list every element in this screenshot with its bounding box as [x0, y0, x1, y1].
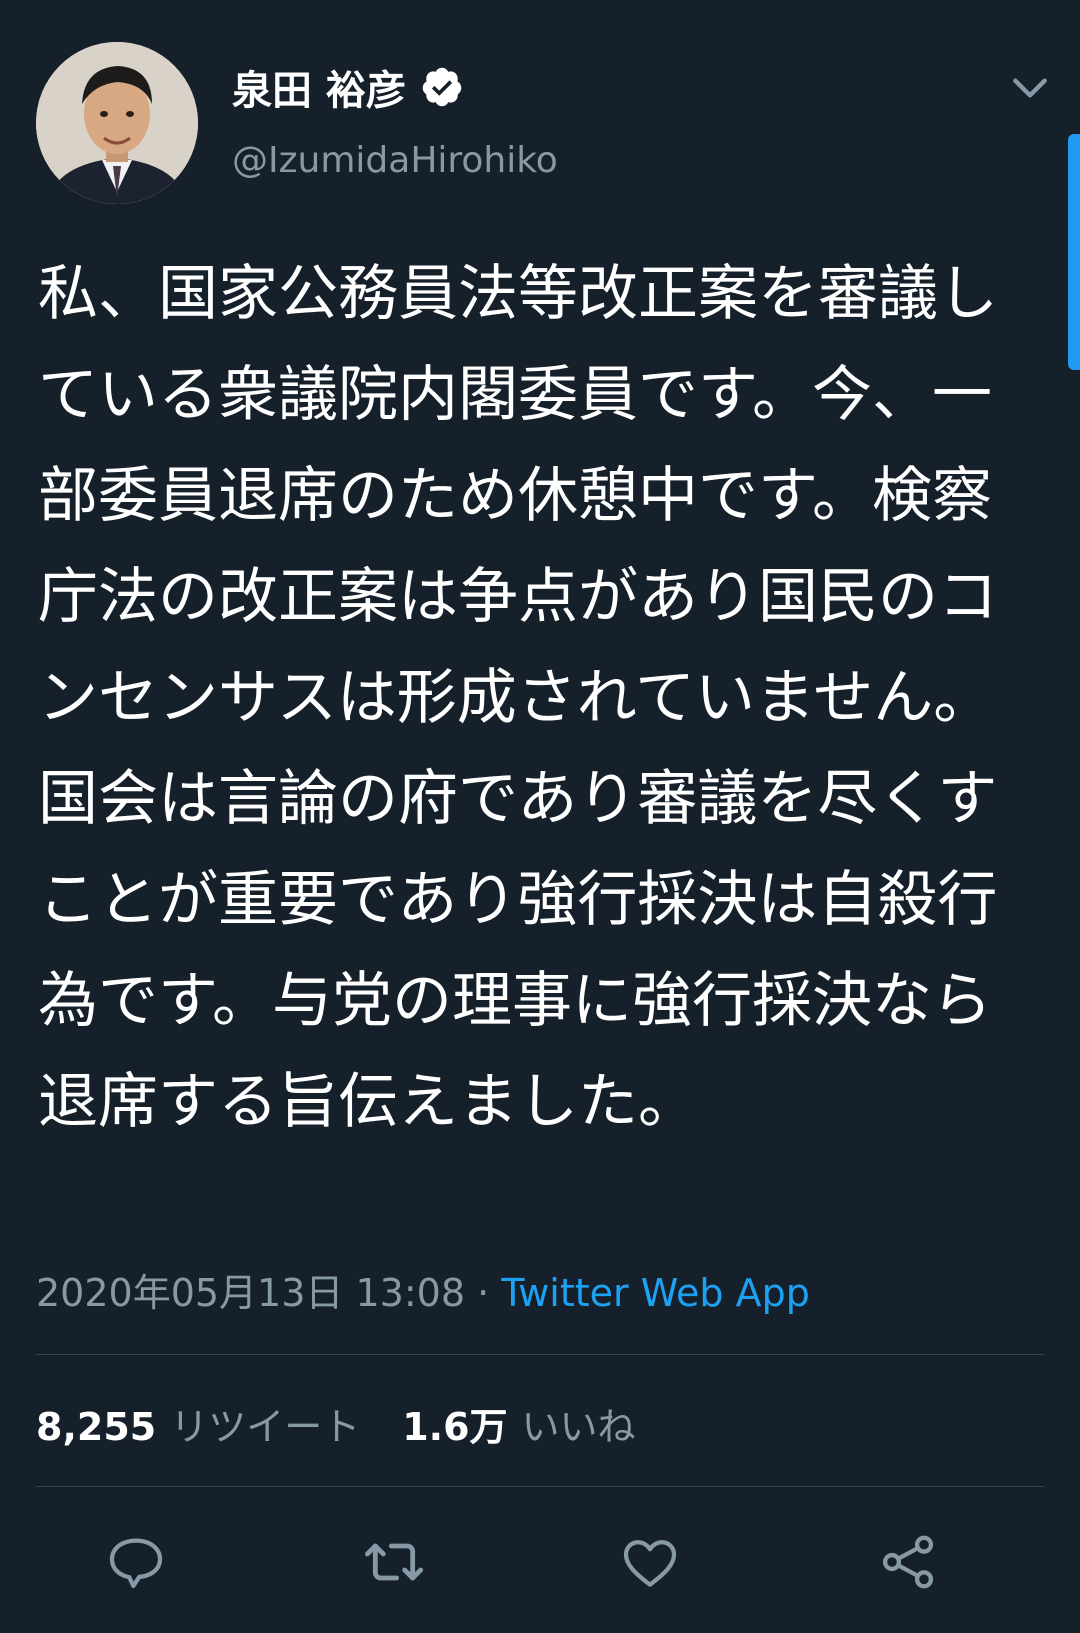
heart-icon[interactable] [618, 1530, 682, 1594]
display-name[interactable]: 泉田 裕彦 [232, 58, 464, 116]
chevron-down-icon[interactable] [1008, 66, 1052, 110]
display-name-text[interactable]: 泉田 裕彦 [232, 58, 406, 116]
timestamp[interactable]: 2020年05月13日 13:08 [36, 1271, 465, 1315]
source-link[interactable]: Twitter Web App [501, 1271, 810, 1315]
tweet-meta: 2020年05月13日 13:08 · Twitter Web App [36, 1262, 810, 1317]
verified-badge-icon [420, 65, 464, 109]
like-label[interactable]: いいね [522, 1396, 636, 1451]
tweet-detail: 泉田 裕彦 @IzumidaHirohiko 私、国家公務員法等改正案を審議して… [0, 0, 1080, 1633]
reply-icon[interactable] [104, 1530, 168, 1594]
scroll-indicator[interactable] [1068, 134, 1080, 370]
engagement-stats: 8,255 リツイート 1.6万 いいね [36, 1396, 636, 1451]
share-icon[interactable] [876, 1530, 940, 1594]
like-count[interactable]: 1.6万 [402, 1396, 507, 1451]
meta-separator: · [465, 1271, 502, 1315]
tweet-text: 私、国家公務員法等改正案を審議している衆議院内閣委員です。今、一部委員退席のため… [38, 259, 998, 1137]
retweet-label[interactable]: リツイート [170, 1396, 360, 1451]
divider [36, 1354, 1044, 1355]
retweet-icon[interactable] [362, 1530, 426, 1594]
divider [36, 1486, 1044, 1487]
avatar[interactable] [36, 42, 198, 204]
avatar-portrait [36, 42, 198, 204]
user-handle[interactable]: @IzumidaHirohiko [232, 140, 558, 181]
retweet-count[interactable]: 8,255 [36, 1405, 156, 1449]
